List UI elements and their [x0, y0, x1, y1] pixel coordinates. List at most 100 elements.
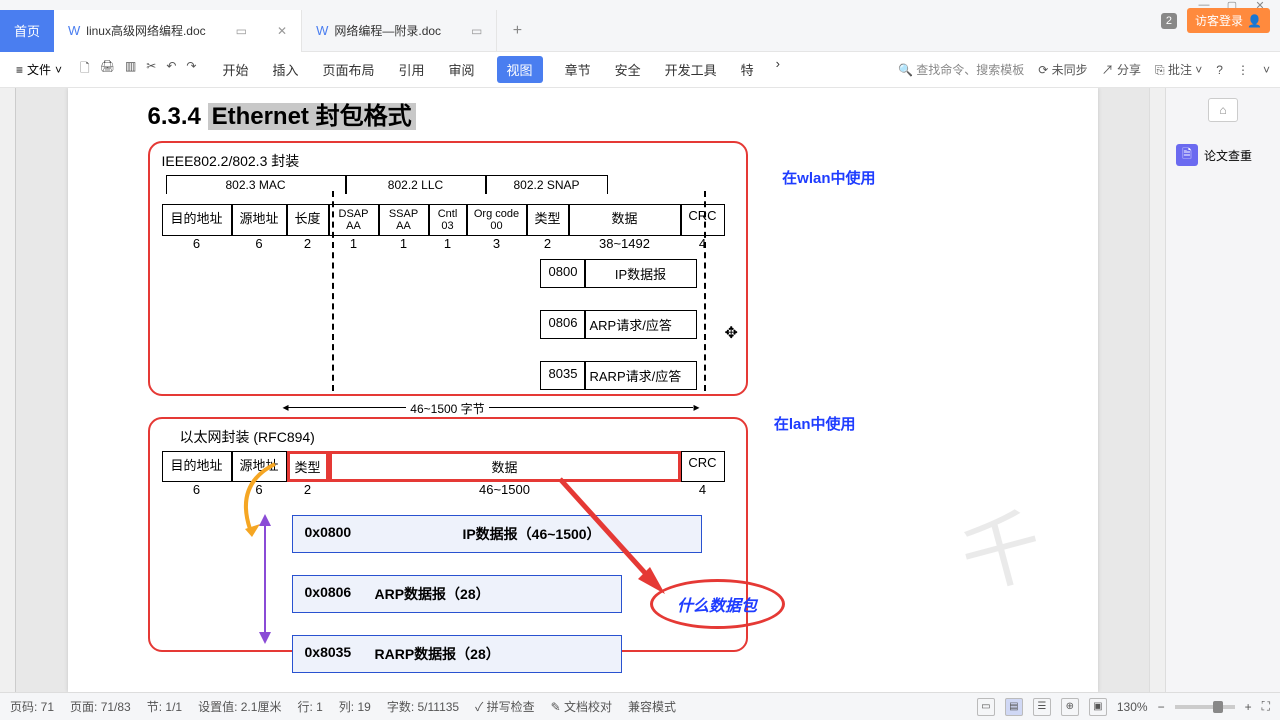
- tab-pin-icon[interactable]: ▭: [236, 24, 247, 38]
- ribbon-tabs: 开始 插入 页面布局 引用 审阅 视图 章节 安全 开发工具 特 ›: [220, 56, 780, 83]
- ribbon-tab-insert[interactable]: 插入: [270, 56, 300, 83]
- zoom-slider[interactable]: [1175, 705, 1235, 709]
- status-spellcheck[interactable]: ✓ 拼写检查: [475, 698, 535, 715]
- figure2-note: 在lan中使用: [774, 413, 856, 434]
- document-tabbar: 首页 W linux高级网络编程.doc ▭ ✕ W 网络编程—附录.doc ▭…: [0, 10, 1280, 52]
- status-page-no[interactable]: 页码: 71: [10, 698, 54, 715]
- vertical-scrollbar[interactable]: [1149, 88, 1165, 692]
- cell-data: 数据: [569, 204, 681, 236]
- ribbon-tab-section[interactable]: 章节: [563, 56, 593, 83]
- ribbon-tab-special[interactable]: 特: [739, 56, 756, 83]
- quick-access-toolbar: 🗋 🖨 ▥ ✂ ↶ ↷: [72, 59, 204, 80]
- payload-name: ARP数据报（28）: [375, 584, 490, 604]
- document-page[interactable]: 6.3.4 Ethernet 封包格式 IEEE802.2/802.3 封装 在…: [68, 88, 1098, 692]
- share-label: 分享: [1117, 63, 1141, 77]
- redo-icon[interactable]: ↷: [186, 59, 196, 80]
- size-8: 38~1492: [569, 236, 681, 251]
- red-arrow-icon: [550, 469, 680, 609]
- side-item-plagiarism[interactable]: 🗎 论文查重: [1172, 138, 1274, 172]
- ribbon-tab-review[interactable]: 审阅: [447, 56, 477, 83]
- sub-code-0: 0800: [540, 259, 585, 288]
- cell-dsap: DSAP AA: [329, 204, 379, 236]
- tab-pin-icon[interactable]: ▭: [471, 24, 482, 38]
- print-icon[interactable]: 🖨: [100, 59, 115, 80]
- word-doc-icon: W: [316, 23, 328, 38]
- page-area: 6.3.4 Ethernet 封包格式 IEEE802.2/802.3 封装 在…: [16, 88, 1149, 692]
- status-words[interactable]: 字数: 5/11135: [387, 698, 459, 715]
- fullscreen-icon[interactable]: ⛶: [1262, 699, 1270, 714]
- tab-close-icon[interactable]: ✕: [277, 24, 287, 38]
- dashed-line: [332, 191, 334, 391]
- view-web-icon[interactable]: ⊕: [1061, 698, 1079, 716]
- f2-type-highlighted: 类型: [287, 451, 329, 482]
- panel-top-icon[interactable]: ⌂: [1208, 98, 1238, 122]
- view-mode-icon[interactable]: ▭: [977, 698, 995, 716]
- notification-badge[interactable]: 2: [1161, 13, 1177, 29]
- size-3: 1: [329, 236, 379, 251]
- command-search[interactable]: 🔍 查找命令、搜索模板: [898, 61, 1024, 78]
- zoom-level[interactable]: 130%: [1117, 700, 1148, 714]
- ribbon-tab-security[interactable]: 安全: [613, 56, 643, 83]
- sub-name-1: ARP请求/应答: [585, 310, 697, 339]
- size-5: 1: [429, 236, 467, 251]
- guest-login-button[interactable]: 访客登录 👤: [1187, 8, 1270, 33]
- ribbon-tab-view[interactable]: 视图: [497, 56, 543, 83]
- tab-doc-2[interactable]: W 网络编程—附录.doc ▭: [302, 10, 497, 52]
- file-menu[interactable]: ≡ 文件 ˅: [10, 61, 68, 78]
- status-row: 行: 1: [297, 698, 322, 715]
- view-outline-icon[interactable]: ☰: [1033, 698, 1051, 716]
- cell-src-addr: 源地址: [232, 204, 287, 236]
- ribbon-tab-devtools[interactable]: 开发工具: [663, 56, 719, 83]
- size-9: 4: [681, 236, 725, 251]
- view-read-icon[interactable]: ▣: [1089, 698, 1107, 716]
- f2-size-2: 2: [287, 482, 329, 497]
- status-bar: 页码: 71 页面: 71/83 节: 1/1 设置值: 2.1厘米 行: 1 …: [0, 692, 1280, 720]
- f2-size-0: 6: [162, 482, 232, 497]
- save-icon[interactable]: 🗋: [80, 59, 90, 80]
- ribbon-tab-references[interactable]: 引用: [397, 56, 427, 83]
- zoom-out-icon[interactable]: −: [1158, 700, 1165, 714]
- status-proofread[interactable]: ✎ 文档校对: [551, 698, 612, 715]
- tab-add-button[interactable]: +: [497, 22, 537, 40]
- payload-code: 0x0800: [305, 524, 375, 544]
- tab-label: linux高级网络编程.doc: [86, 22, 205, 39]
- question-text: 什么数据包: [677, 592, 757, 616]
- watermark: 千: [946, 470, 1108, 675]
- status-setting: 设置值: 2.1厘米: [198, 698, 281, 715]
- tab-label: 网络编程—附录.doc: [334, 22, 441, 39]
- word-doc-icon: W: [68, 23, 80, 38]
- sync-status[interactable]: ⟳ 未同步: [1038, 61, 1087, 78]
- tab-home[interactable]: 首页: [0, 10, 54, 52]
- chevron-right-icon[interactable]: ›: [776, 56, 780, 83]
- move-cursor-icon: ✥: [725, 323, 738, 343]
- annotations-button[interactable]: ⎘ 批注 ˅: [1155, 61, 1202, 78]
- side-panel: ⌂ 🗎 论文查重: [1165, 88, 1280, 692]
- help-icon[interactable]: ?: [1216, 63, 1223, 77]
- dashed-line: [704, 191, 706, 391]
- payload-code: 0x0806: [305, 584, 375, 604]
- view-page-icon[interactable]: ▤: [1005, 698, 1023, 716]
- ribbon-tab-page-layout[interactable]: 页面布局: [321, 56, 377, 83]
- f2-dest: 目的地址: [162, 451, 232, 482]
- figure1-title: IEEE802.2/802.3 封装: [162, 151, 734, 171]
- cell-cntl: Cntl 03: [429, 204, 467, 236]
- status-compat: 兼容模式: [628, 698, 676, 715]
- tab-doc-1[interactable]: W linux高级网络编程.doc ▭ ✕: [54, 10, 302, 52]
- user-icon: 👤: [1247, 14, 1262, 28]
- login-label: 访客登录: [1195, 12, 1243, 29]
- share-button[interactable]: ↗ 分享: [1102, 61, 1141, 78]
- paste-icon[interactable]: ✂: [146, 59, 156, 80]
- more-icon[interactable]: ⋮: [1237, 63, 1249, 77]
- ribbon-tab-start[interactable]: 开始: [220, 56, 250, 83]
- collapse-ribbon-icon[interactable]: ˅: [1263, 63, 1270, 77]
- status-page[interactable]: 页面: 71/83: [70, 698, 131, 715]
- undo-icon[interactable]: ↶: [166, 59, 176, 80]
- zoom-in-icon[interactable]: +: [1245, 700, 1252, 714]
- login-area: 2 访客登录 👤: [1161, 8, 1270, 33]
- vertical-ruler: [0, 88, 16, 692]
- plagiarism-check-icon: 🗎: [1176, 144, 1198, 166]
- cell-dest-addr: 目的地址: [162, 204, 232, 236]
- print-preview-icon[interactable]: ▥: [125, 59, 136, 80]
- heading-text-selected: Ethernet 封包格式: [208, 103, 416, 130]
- status-section[interactable]: 节: 1/1: [147, 698, 182, 715]
